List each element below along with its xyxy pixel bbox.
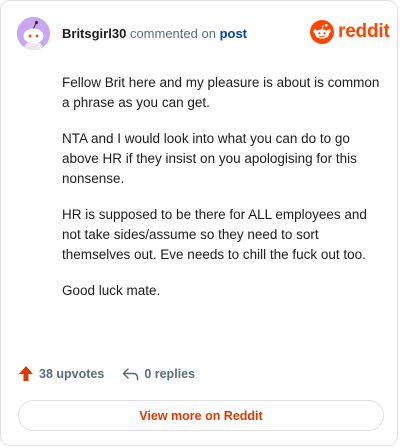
view-more-on-reddit-button[interactable]: View more on Reddit <box>18 400 384 431</box>
comment-embed-card: Britsgirl30 commented on post reddit Fel… <box>0 0 398 446</box>
upvote-button[interactable]: 38 upvotes <box>18 365 104 382</box>
comment-paragraph: NTA and I would look into what you can d… <box>62 131 357 186</box>
upvote-count: 38 upvotes <box>39 366 105 381</box>
reply-count: 0 replies <box>144 366 196 381</box>
user-avatar[interactable] <box>17 17 50 50</box>
username-link[interactable]: Britsgirl30 <box>62 26 126 41</box>
reddit-snoo-logo-icon <box>310 20 334 44</box>
reddit-wordmark: reddit <box>338 21 390 42</box>
reply-arrow-icon <box>123 367 139 380</box>
snoo-avatar-icon <box>17 17 50 50</box>
comment-paragraph: Fellow Brit here and my pleasure is abou… <box>62 75 380 110</box>
reddit-brand-link[interactable]: reddit <box>310 20 390 44</box>
upvote-arrow-icon <box>19 366 33 381</box>
comment-header: Britsgirl30 commented on post <box>62 26 247 42</box>
commented-on-text: commented on <box>129 26 216 41</box>
reply-button[interactable]: 0 replies <box>122 367 195 381</box>
comment-paragraph: HR is supposed to be there for ALL emplo… <box>62 207 367 262</box>
comment-paragraph: Good luck mate. <box>62 283 161 298</box>
post-link[interactable]: post <box>220 26 247 41</box>
comment-body: Fellow Brit here and my pleasure is abou… <box>62 73 384 317</box>
comment-actions: 38 upvotes 0 replies <box>18 365 195 382</box>
